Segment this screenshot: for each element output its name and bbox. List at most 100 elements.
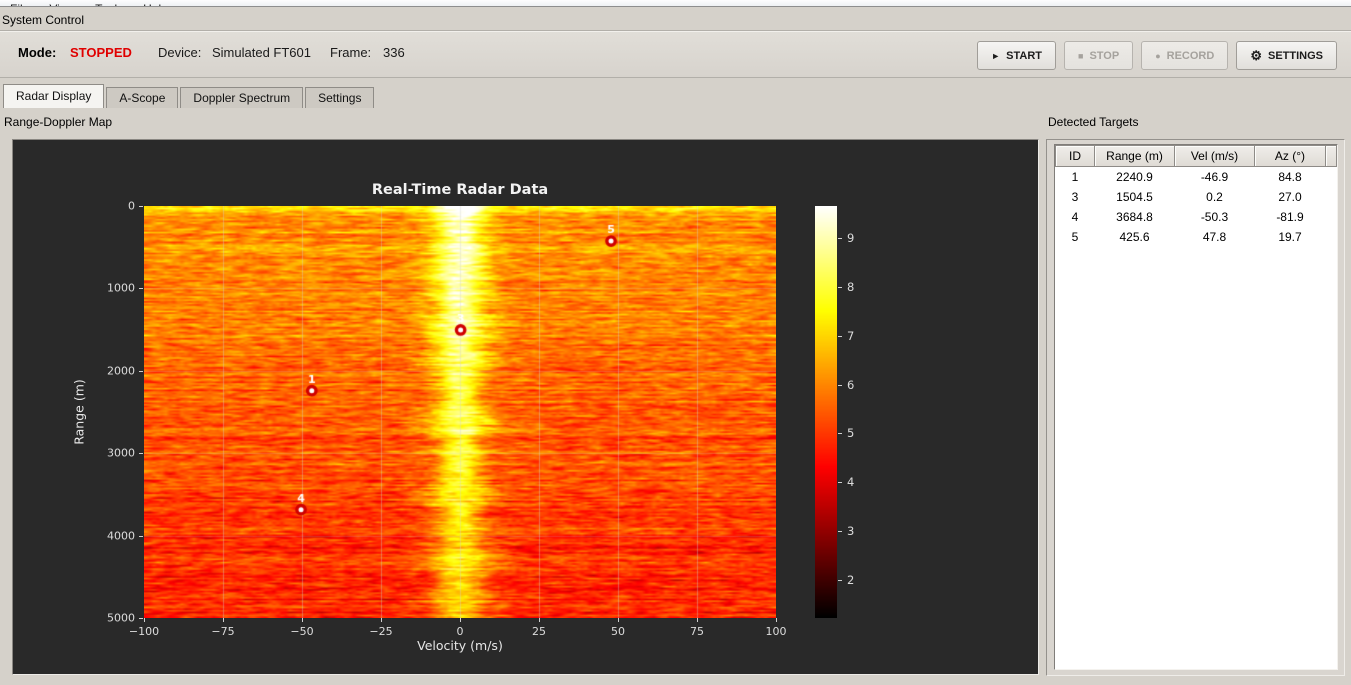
y-tick-label: 2000 bbox=[107, 364, 135, 378]
x-tick-mark bbox=[223, 618, 224, 622]
app-window: FileViewToolsHelp System Control Mode: S… bbox=[0, 0, 1351, 685]
table-cell: 5 bbox=[1071, 229, 1079, 244]
colorbar-tick-mark bbox=[838, 482, 842, 484]
table-row[interactable]: 1 2240.9 -46.9 84.8 bbox=[1056, 167, 1337, 187]
x-tick-label: −50 bbox=[290, 625, 314, 638]
tab-doppler-spectrum[interactable]: Doppler Spectrum bbox=[180, 87, 304, 108]
mode-value: STOPPED bbox=[70, 45, 132, 60]
x-tick-label: 0 bbox=[456, 625, 464, 638]
device-label: Device: bbox=[158, 45, 202, 60]
tab-a-scope[interactable]: A-Scope bbox=[106, 87, 179, 108]
stop-icon: ■ bbox=[1078, 50, 1084, 61]
table-cell-filler bbox=[1326, 207, 1337, 227]
range-doppler-heatmap[interactable] bbox=[144, 206, 776, 618]
x-tick-label: −25 bbox=[369, 625, 393, 638]
table-cell: 19.7 bbox=[1278, 229, 1302, 244]
x-tick-label: −100 bbox=[128, 625, 160, 638]
target-marker-3[interactable] bbox=[454, 323, 468, 337]
target-marker-5[interactable] bbox=[604, 234, 618, 248]
y-tick-mark bbox=[139, 453, 143, 455]
colorbar-tick-label: 9 bbox=[847, 231, 855, 246]
menu-tools[interactable]: Tools bbox=[85, 1, 133, 6]
x-tick-label: 50 bbox=[611, 625, 625, 638]
tab-bar: Radar Display A-Scope Doppler Spectrum Sett… bbox=[3, 84, 376, 108]
colorbar-tick-mark bbox=[838, 433, 842, 435]
colorbar-tick-label: 2 bbox=[847, 572, 855, 587]
colorbar-tick-mark bbox=[838, 579, 842, 581]
y-tick-label: 0 bbox=[128, 199, 135, 213]
control-buttons: ► START ■ STOP ● RECORD ⚙ SETTINGS bbox=[977, 41, 1337, 70]
x-tick-mark bbox=[302, 618, 303, 622]
table-cell: 27.0 bbox=[1278, 189, 1302, 204]
colorbar-tick-mark bbox=[838, 287, 842, 289]
table-cell-filler bbox=[1326, 187, 1337, 207]
target-marker-1[interactable] bbox=[305, 384, 319, 398]
y-tick-mark bbox=[139, 370, 143, 372]
colorbar-tick-label: 5 bbox=[847, 426, 855, 441]
x-axis-label: Velocity (m/s) bbox=[417, 638, 503, 653]
x-tick-label: 25 bbox=[532, 625, 546, 638]
device-value: Simulated FT601 bbox=[212, 45, 311, 60]
x-tick-mark bbox=[539, 618, 540, 622]
colorbar bbox=[815, 206, 837, 618]
table-cell: 0.2 bbox=[1206, 189, 1223, 204]
colorbar-tick-mark bbox=[838, 238, 842, 240]
stop-button-label: STOP bbox=[1089, 49, 1120, 62]
colorbar-tick-label: 3 bbox=[847, 524, 855, 539]
system-control-frame: Mode: STOPPED Device: Simulated FT601 Fr… bbox=[0, 30, 1351, 78]
colorbar-tick-label: 7 bbox=[847, 328, 855, 343]
column-header[interactable]: ID bbox=[1055, 145, 1095, 167]
y-tick-mark bbox=[139, 618, 143, 619]
settings-button[interactable]: ⚙ SETTINGS bbox=[1236, 41, 1337, 70]
start-button-label: START bbox=[1006, 49, 1043, 62]
y-tick-label: 4000 bbox=[107, 529, 135, 543]
table-cell: 1504.5 bbox=[1116, 189, 1153, 204]
target-marker-4[interactable] bbox=[294, 503, 308, 517]
colorbar-tick-mark bbox=[838, 531, 842, 533]
table-cell: 1 bbox=[1071, 169, 1079, 184]
table-cell-filler bbox=[1326, 227, 1337, 247]
tab-radar-display[interactable]: Radar Display bbox=[3, 84, 105, 108]
frame-value: 336 bbox=[383, 45, 405, 60]
table-cell: 3 bbox=[1071, 189, 1079, 204]
table-cell: 4 bbox=[1071, 209, 1079, 224]
table-row[interactable]: 3 1504.5 0.2 27.0 bbox=[1056, 187, 1337, 207]
column-header[interactable]: Vel (m/s) bbox=[1174, 145, 1255, 167]
record-button: ● RECORD bbox=[1141, 41, 1229, 70]
y-tick-label: 1000 bbox=[107, 281, 135, 295]
table-cell: -81.9 bbox=[1276, 209, 1304, 224]
y-tick-mark bbox=[139, 288, 143, 290]
table-row[interactable]: 5 425.6 47.8 19.7 bbox=[1056, 227, 1337, 247]
plot-title: Real-Time Radar Data bbox=[371, 182, 549, 198]
mode-label: Mode: bbox=[18, 45, 57, 60]
x-tick-mark bbox=[776, 618, 777, 622]
menu-bar: FileViewToolsHelp bbox=[0, 0, 1351, 7]
menu-view[interactable]: View bbox=[39, 1, 85, 6]
menu-help[interactable]: Help bbox=[133, 1, 178, 6]
range-doppler-map-label: Range-Doppler Map bbox=[4, 115, 113, 129]
column-header[interactable]: Range (m) bbox=[1094, 145, 1175, 167]
colorbar-tick-label: 4 bbox=[847, 475, 855, 490]
play-icon: ► bbox=[991, 50, 1001, 61]
detected-targets-label: Detected Targets bbox=[1048, 115, 1139, 129]
detected-targets-table-frame: ID Range (m) Vel (m/s) Az (°) 1 2240.9 -46.9 8… bbox=[1054, 144, 1338, 670]
record-icon: ● bbox=[1155, 50, 1161, 61]
table-cell: -50.3 bbox=[1200, 209, 1229, 224]
column-header[interactable]: Az (°) bbox=[1254, 145, 1326, 167]
tab-settings[interactable]: Settings bbox=[305, 87, 375, 108]
column-header-filler bbox=[1325, 145, 1337, 167]
detected-targets-panel: ID Range (m) Vel (m/s) Az (°) 1 2240.9 -46.9 8… bbox=[1046, 139, 1345, 676]
system-control-title: System Control bbox=[2, 13, 85, 27]
x-tick-label: 100 bbox=[765, 625, 787, 638]
table-row[interactable]: 4 3684.8 -50.3 -81.9 bbox=[1056, 207, 1337, 227]
table-cell: 84.8 bbox=[1278, 169, 1302, 184]
settings-button-label: SETTINGS bbox=[1267, 49, 1323, 62]
table-cell-filler bbox=[1326, 167, 1337, 187]
table-cell: -46.9 bbox=[1200, 169, 1229, 184]
detected-targets-table[interactable]: ID Range (m) Vel (m/s) Az (°) 1 2240.9 -46.9 8… bbox=[1055, 145, 1337, 247]
menu-file[interactable]: File bbox=[0, 1, 39, 6]
record-button-label: RECORD bbox=[1166, 49, 1215, 62]
table-cell: 47.8 bbox=[1202, 229, 1227, 244]
x-tick-mark bbox=[144, 618, 145, 622]
start-button[interactable]: ► START bbox=[977, 41, 1057, 70]
